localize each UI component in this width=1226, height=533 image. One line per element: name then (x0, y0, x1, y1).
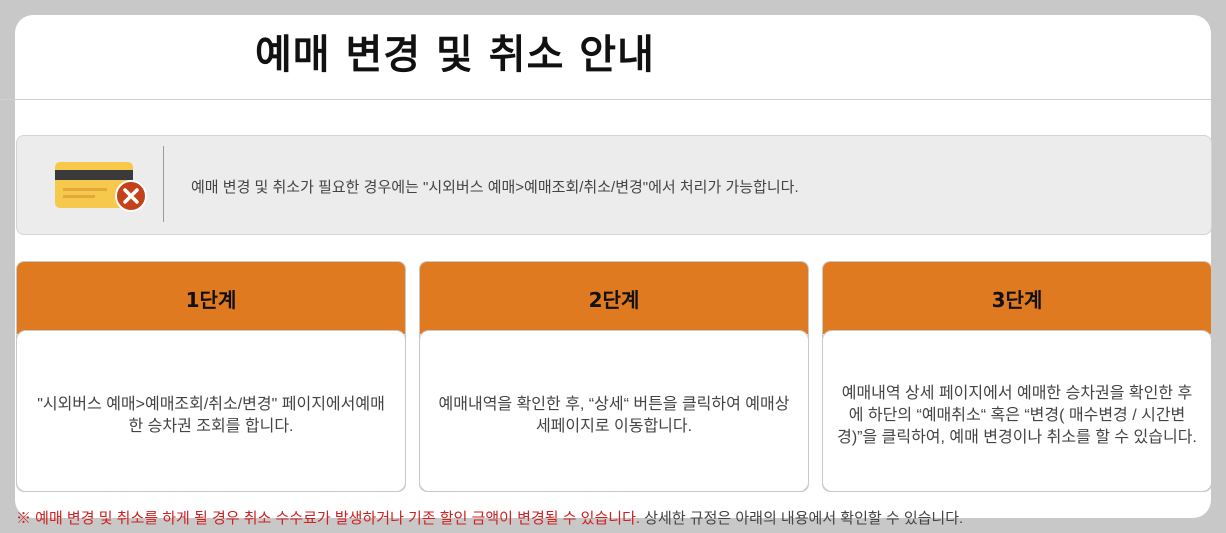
page-title: 예매 변경 및 취소 안내 (255, 32, 655, 78)
step-description: "시외버스 예매>예매조회/취소/변경" 페이지에서예매한 승차권 조회를 합니… (37, 396, 385, 435)
footnote: ※ 예매 변경 및 취소를 하게 될 경우 취소 수수료가 발생하거나 기존 할… (16, 507, 963, 528)
step-description: 예매내역 상세 페이지에서 예매한 승차권을 확인한 후에 하단의 “예매취소“… (837, 385, 1197, 446)
step-body: 예매내역을 확인한 후, “상세“ 버튼을 클릭하여 예매상세페이지로 이동합니… (420, 330, 808, 491)
step-card-2: 2단계 예매내역을 확인한 후, “상세“ 버튼을 클릭하여 예매상세페이지로 … (419, 261, 809, 492)
step-body: "시외버스 예매>예매조회/취소/변경" 페이지에서예매한 승차권 조회를 합니… (17, 330, 405, 491)
footnote-warning: ※ 예매 변경 및 취소를 하게 될 경우 취소 수수료가 발생하거나 기존 할… (16, 510, 641, 527)
info-separator (163, 146, 164, 222)
step-title: 2단계 (420, 262, 808, 334)
step-description: 예매내역을 확인한 후, “상세“ 버튼을 클릭하여 예매상세페이지로 이동합니… (438, 396, 790, 435)
step-title: 1단계 (17, 262, 405, 334)
info-box: 예매 변경 및 취소가 필요한 경우에는 "시외버스 예매>예매조회/취소/변경… (16, 135, 1212, 235)
step-card-1: 1단계 "시외버스 예매>예매조회/취소/변경" 페이지에서예매한 승차권 조회… (16, 261, 406, 492)
card-cancel-icon (55, 162, 147, 212)
footnote-info: 상세한 규정은 아래의 내용에서 확인할 수 있습니다. (640, 510, 964, 527)
step-title: 3단계 (823, 262, 1211, 334)
step-card-3: 3단계 예매내역 상세 페이지에서 예매한 승차권을 확인한 후에 하단의 “예… (822, 261, 1212, 492)
header-divider (0, 99, 1211, 100)
step-body: 예매내역 상세 페이지에서 예매한 승차권을 확인한 후에 하단의 “예매취소“… (823, 330, 1211, 491)
info-text: 예매 변경 및 취소가 필요한 경우에는 "시외버스 예매>예매조회/취소/변경… (191, 179, 799, 196)
